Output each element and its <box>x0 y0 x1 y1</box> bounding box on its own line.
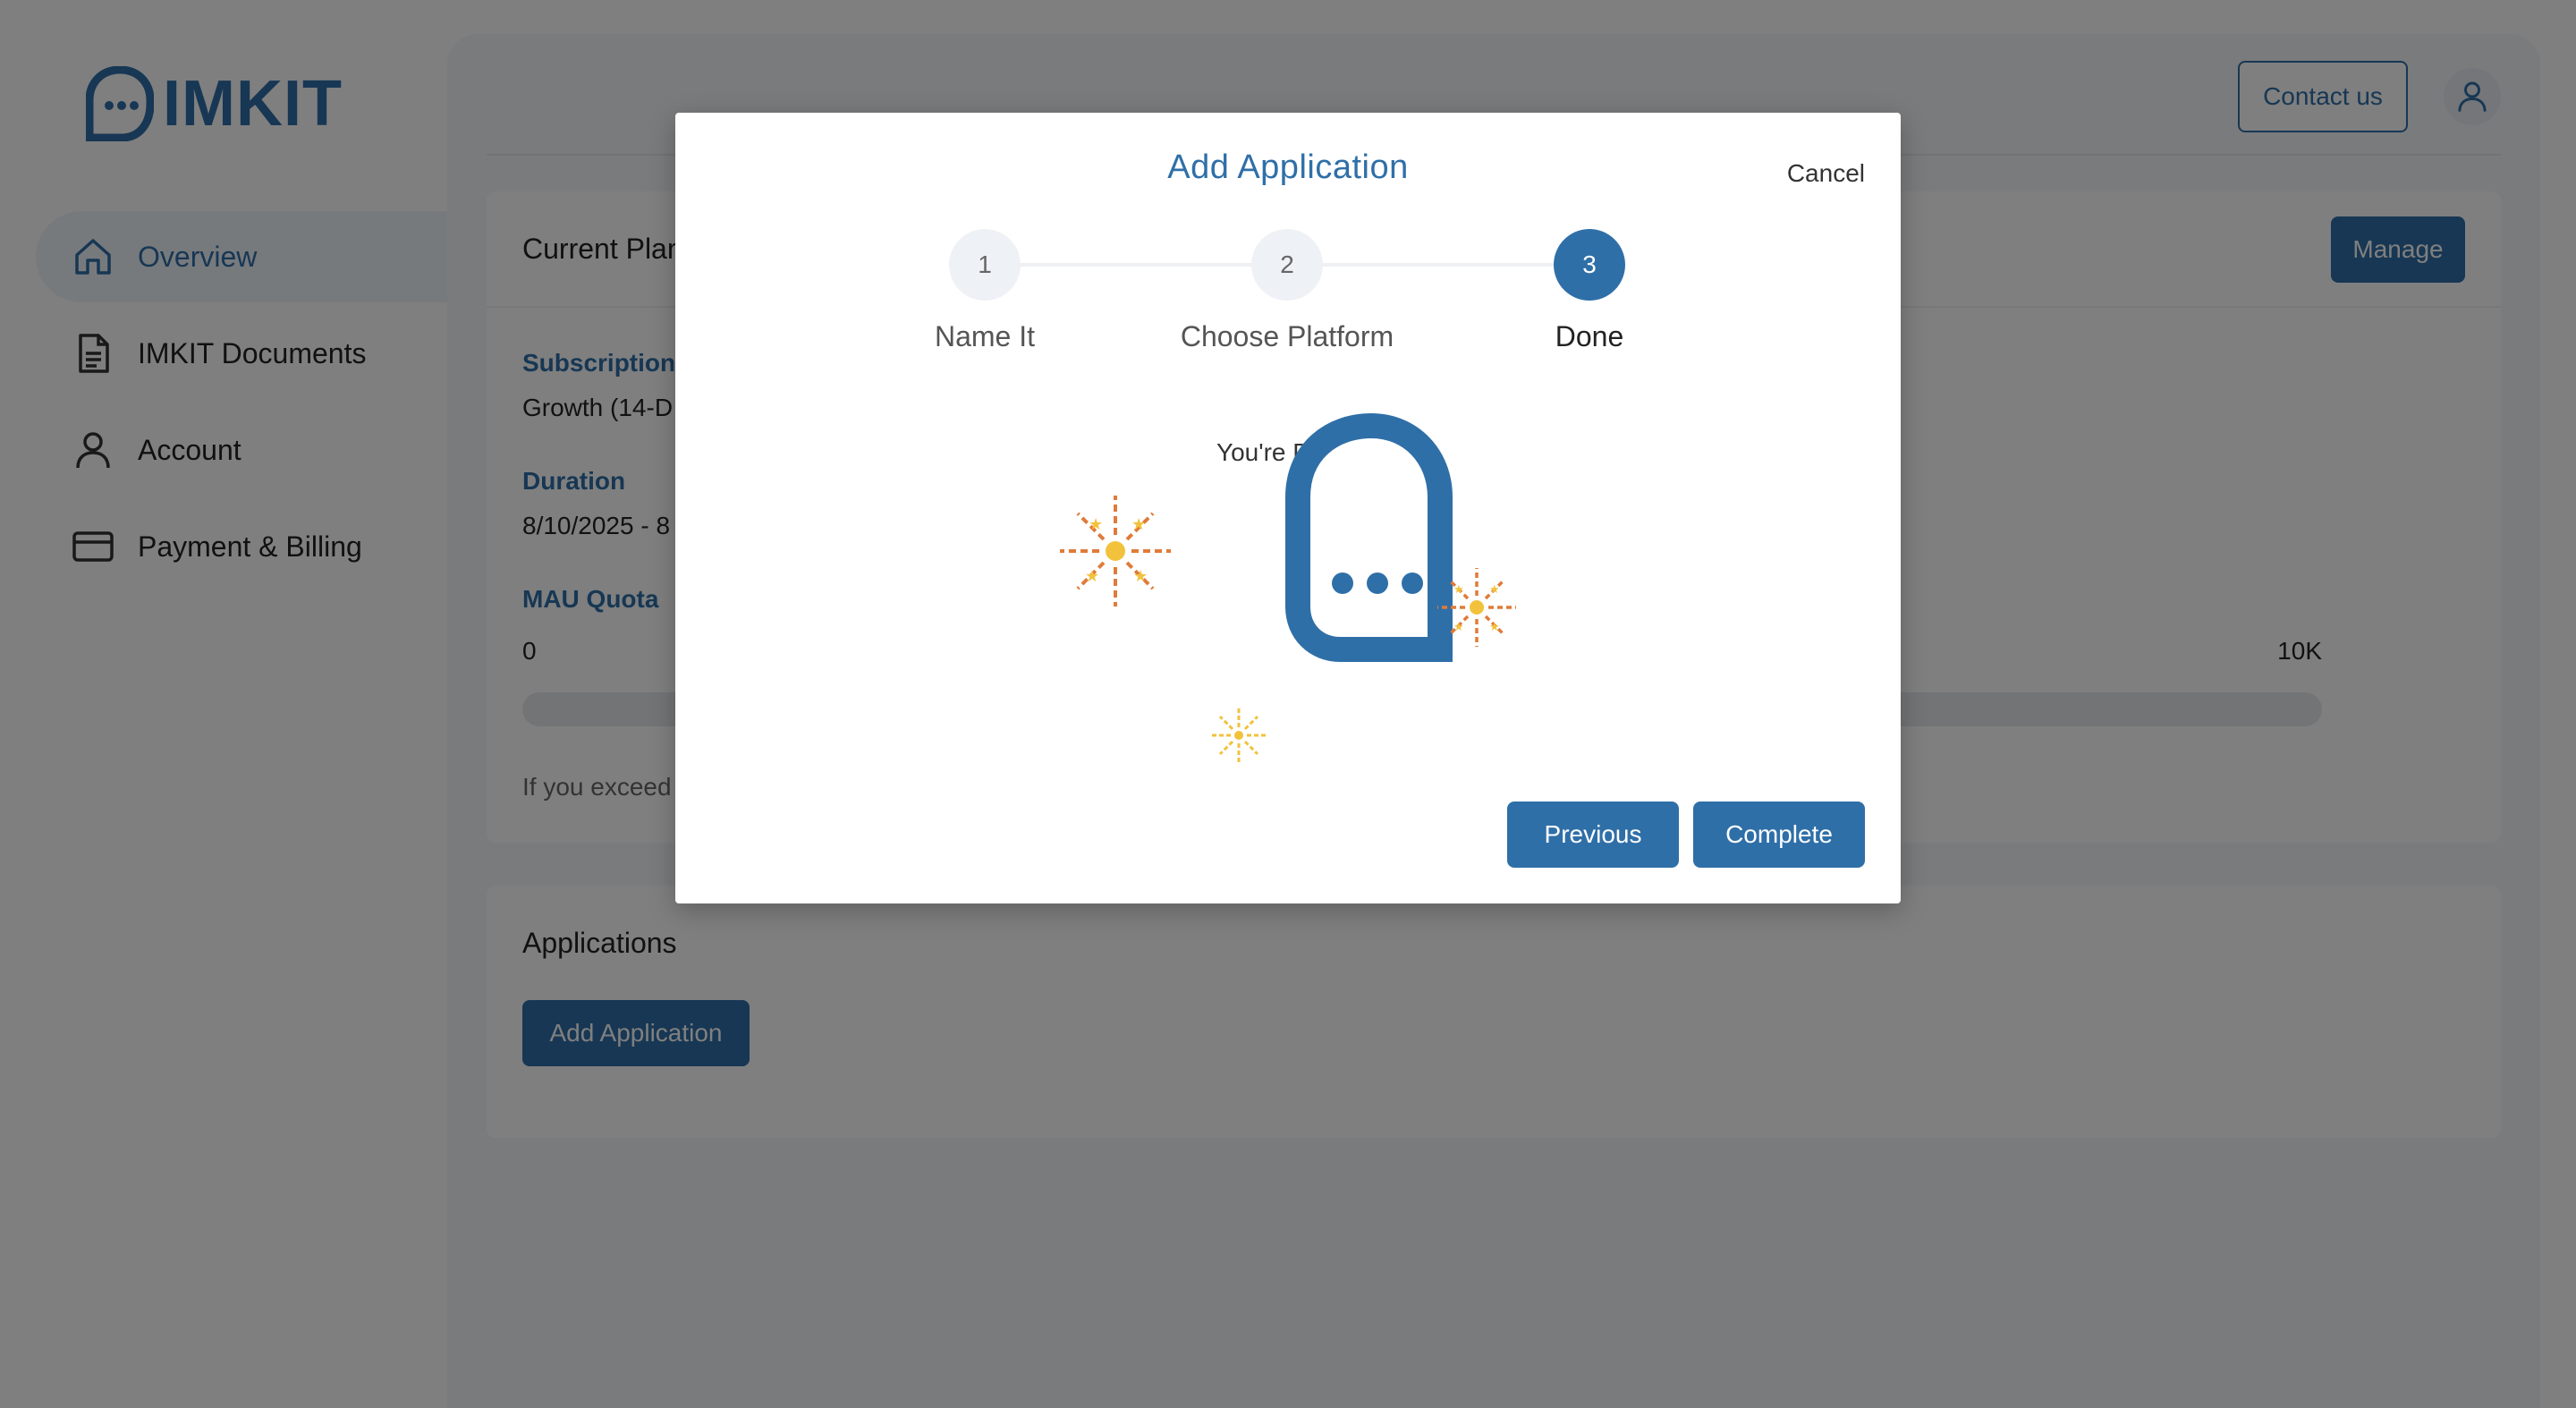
chat-bubble-icon <box>1285 412 1453 662</box>
svg-text:★: ★ <box>1453 582 1464 596</box>
firework-icon <box>1212 708 1266 762</box>
svg-text:★: ★ <box>1133 567 1148 585</box>
add-application-modal: Add Application Cancel 1 Name It 2 Choos… <box>675 113 1901 903</box>
svg-text:★: ★ <box>1089 515 1103 533</box>
complete-button[interactable]: Complete <box>1693 802 1865 868</box>
svg-text:★: ★ <box>1085 567 1099 585</box>
svg-text:★: ★ <box>1453 620 1464 633</box>
svg-text:★: ★ <box>1489 582 1500 596</box>
firework-icon: ★ ★ ★ ★ <box>1060 496 1171 606</box>
previous-button[interactable]: Previous <box>1507 802 1679 868</box>
celebration-illustration: ★ ★ ★ ★ ★ ★ ★ ★ <box>1060 412 1516 762</box>
svg-text:★: ★ <box>1489 620 1500 633</box>
svg-text:★: ★ <box>1131 515 1146 533</box>
